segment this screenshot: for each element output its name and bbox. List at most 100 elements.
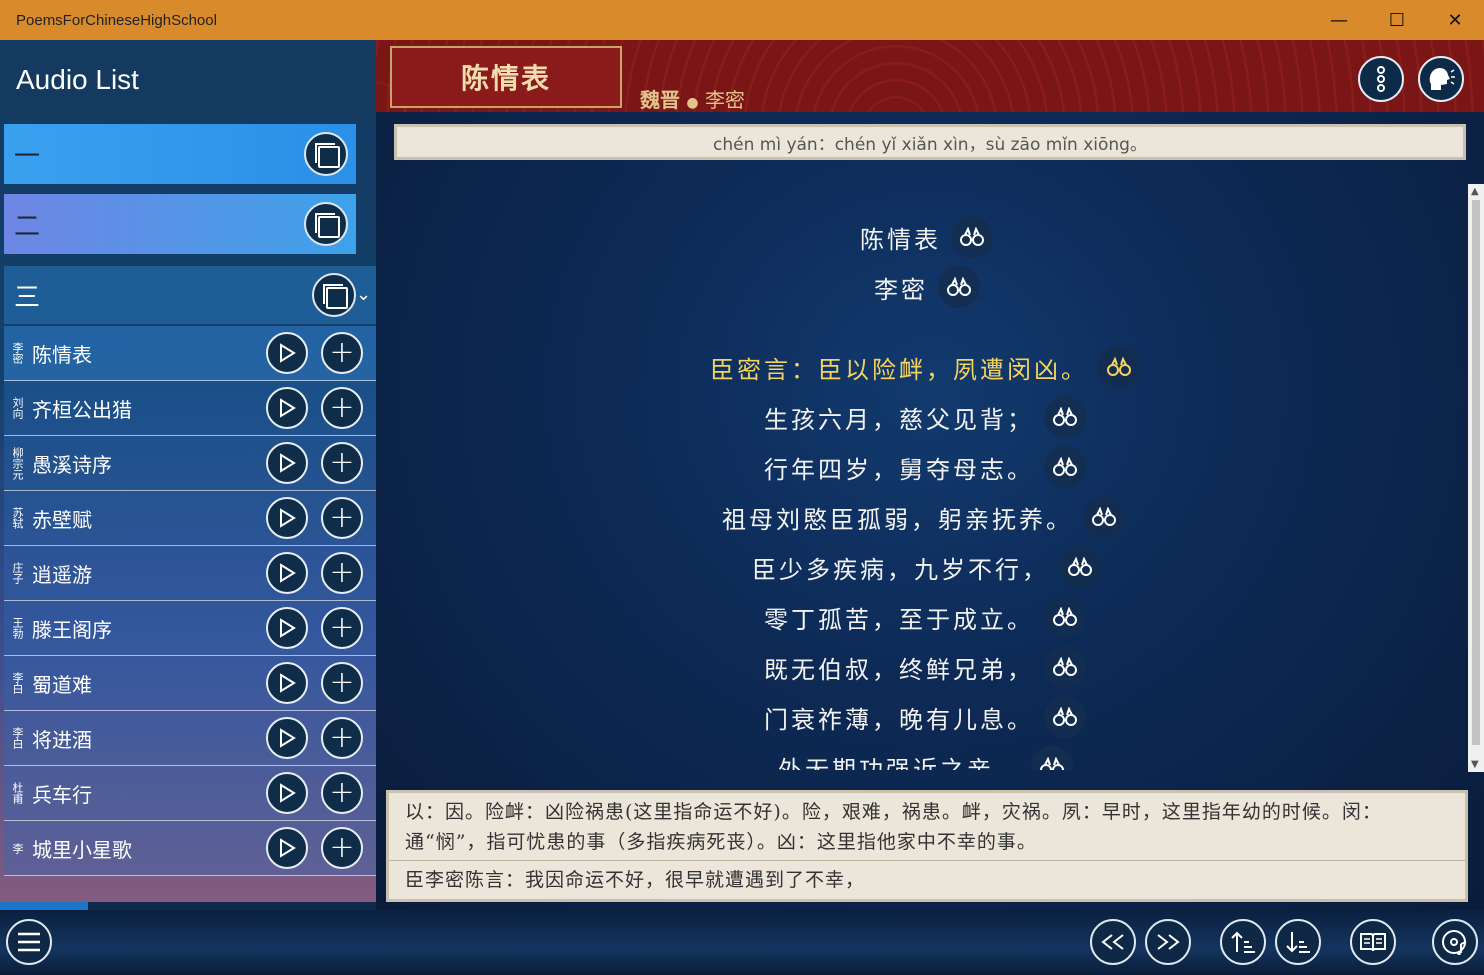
lookup-button[interactable]	[1044, 446, 1086, 488]
reading-mode-button[interactable]	[1350, 919, 1396, 965]
play-button[interactable]	[266, 552, 308, 594]
add-to-list-button[interactable]	[304, 202, 348, 246]
poem-line-current[interactable]: 臣密言：臣以险衅，夙遭闵凶。	[710, 346, 1140, 388]
tools-button[interactable]	[264, 902, 352, 910]
list-item[interactable]: 柳宗元 愚溪诗序 +	[4, 436, 376, 491]
scroll-thumb[interactable]	[1472, 200, 1480, 745]
close-button[interactable]: ✕	[1426, 0, 1484, 40]
list-item[interactable]: 王勃 滕王阁序 +	[4, 601, 376, 656]
poem-line[interactable]: 生孩六月，慈父见背；	[764, 396, 1086, 438]
rewind-button[interactable]	[1090, 919, 1136, 965]
plus-icon: +	[329, 390, 355, 425]
history-button[interactable]	[88, 902, 176, 910]
add-to-list-button[interactable]	[304, 132, 348, 176]
lookup-button[interactable]	[1098, 346, 1140, 388]
poem-line[interactable]: 李密	[874, 266, 980, 308]
speak-button[interactable]	[1418, 56, 1464, 102]
add-to-list-button[interactable]	[312, 273, 356, 317]
add-button[interactable]: +	[321, 497, 363, 539]
play-icon	[280, 783, 296, 803]
annotation-translation: 臣李密陈言：我因命运不好，很早就遭遇到了不幸，	[405, 869, 866, 891]
poem-line[interactable]: 祖母刘愍臣孤弱，躬亲抚养。	[722, 496, 1125, 538]
poem-line[interactable]: 零丁孤苦，至于成立。	[764, 596, 1086, 638]
annotation-panel: 以：因。险衅：凶险祸患(这里指命运不好)。险，艰难，祸患。衅，灾祸。夙：早时，这…	[386, 790, 1468, 902]
disc-music-icon	[1442, 930, 1467, 955]
audio-list-pane: Audio List 一 二 三 ⌄ 李密 陈情表 + 刘向 齐桓公出猎 + 柳…	[0, 40, 376, 910]
list-item[interactable]: 刘向 齐桓公出猎 +	[4, 381, 376, 436]
list-view-button[interactable]	[0, 902, 88, 910]
add-button[interactable]: +	[321, 332, 363, 374]
lookup-button[interactable]	[951, 216, 993, 258]
poem-line[interactable]: 门衰祚薄，晚有儿息。	[764, 696, 1086, 738]
list-item-title: 城里小星歌	[32, 837, 132, 862]
lookup-button[interactable]	[1059, 546, 1101, 588]
play-button[interactable]	[266, 772, 308, 814]
poem-line[interactable]: 陈情表	[860, 216, 993, 258]
poem-line-text: 臣少多疾病，九岁不行，	[752, 555, 1049, 584]
list-item[interactable]: 李密 陈情表 +	[4, 326, 376, 381]
maximize-button[interactable]: ☐	[1368, 0, 1426, 40]
list-item-title: 滕王阁序	[32, 617, 112, 642]
scroll-up-icon[interactable]: ▲	[1471, 186, 1479, 197]
add-button[interactable]: +	[321, 717, 363, 759]
group-2[interactable]: 二	[4, 194, 356, 254]
add-list-icon	[315, 143, 340, 168]
list-item[interactable]: 庄子 逍遥游 +	[4, 546, 376, 601]
group-label: 三	[14, 282, 41, 313]
chevron-down-icon[interactable]: ⌄	[356, 284, 374, 305]
minimize-button[interactable]: —	[1310, 0, 1368, 40]
list-item[interactable]: 苏轼 赤壁赋 +	[4, 491, 376, 546]
menu-button[interactable]	[6, 919, 52, 965]
play-icon	[280, 728, 296, 748]
lookup-button[interactable]	[1044, 696, 1086, 738]
group-1[interactable]: 一	[4, 124, 356, 184]
play-button[interactable]	[266, 717, 308, 759]
scroll-down-icon[interactable]: ▼	[1471, 759, 1479, 770]
add-button[interactable]: +	[321, 607, 363, 649]
play-icon	[280, 673, 296, 693]
group-3[interactable]: 三 ⌄	[4, 266, 376, 324]
add-button[interactable]: +	[321, 387, 363, 429]
poem-line-text: 门衰祚薄，晚有儿息。	[764, 705, 1034, 734]
add-button[interactable]: +	[321, 827, 363, 869]
fast-forward-button[interactable]	[1145, 919, 1191, 965]
list-item-author: 李白	[11, 672, 24, 694]
add-button[interactable]: +	[321, 662, 363, 704]
list-item[interactable]: 杜甫 兵车行 +	[4, 766, 376, 821]
play-button[interactable]	[266, 607, 308, 649]
play-icon	[280, 453, 296, 473]
play-icon	[280, 398, 296, 418]
play-button[interactable]	[266, 442, 308, 484]
list-item[interactable]: 李白 蜀道难 +	[4, 656, 376, 711]
poem-line[interactable]: 行年四岁，舅夺母志。	[764, 446, 1086, 488]
favorites-button[interactable]	[176, 902, 264, 910]
lookup-button[interactable]	[1044, 646, 1086, 688]
lookup-button[interactable]	[1044, 596, 1086, 638]
poem-line[interactable]: 既无伯叔，终鲜兄弟，	[764, 646, 1086, 688]
lookup-button[interactable]	[1031, 746, 1073, 770]
add-button[interactable]: +	[321, 772, 363, 814]
add-button[interactable]: +	[321, 552, 363, 594]
next-line-button[interactable]	[1275, 919, 1321, 965]
lookup-button[interactable]	[1044, 396, 1086, 438]
poem-line[interactable]: 外无期功强近之亲，	[778, 746, 1073, 770]
play-button[interactable]	[266, 827, 308, 869]
list-item-author: 刘向	[11, 397, 24, 419]
play-button[interactable]	[266, 497, 308, 539]
poem-line[interactable]: 臣少多疾病，九岁不行，	[752, 546, 1101, 588]
lookup-button[interactable]	[1083, 496, 1125, 538]
previous-line-button[interactable]	[1220, 919, 1266, 965]
add-button[interactable]: +	[321, 442, 363, 484]
poem-scrollbar[interactable]: ▲ ▼	[1468, 184, 1484, 772]
hamburger-icon	[18, 932, 40, 952]
list-item[interactable]: 李 城里小星歌 +	[4, 821, 376, 876]
pinyin-bar: chén mì yán：chén yǐ xiǎn xìn，sù zāo mǐn …	[394, 124, 1466, 160]
audio-settings-button[interactable]	[1432, 919, 1478, 965]
more-options-button[interactable]	[1358, 56, 1404, 102]
lookup-button[interactable]	[938, 266, 980, 308]
play-button[interactable]	[266, 332, 308, 374]
list-item[interactable]: 李白 将进酒 +	[4, 711, 376, 766]
list-item-author: 李	[11, 842, 24, 854]
play-button[interactable]	[266, 662, 308, 704]
play-button[interactable]	[266, 387, 308, 429]
